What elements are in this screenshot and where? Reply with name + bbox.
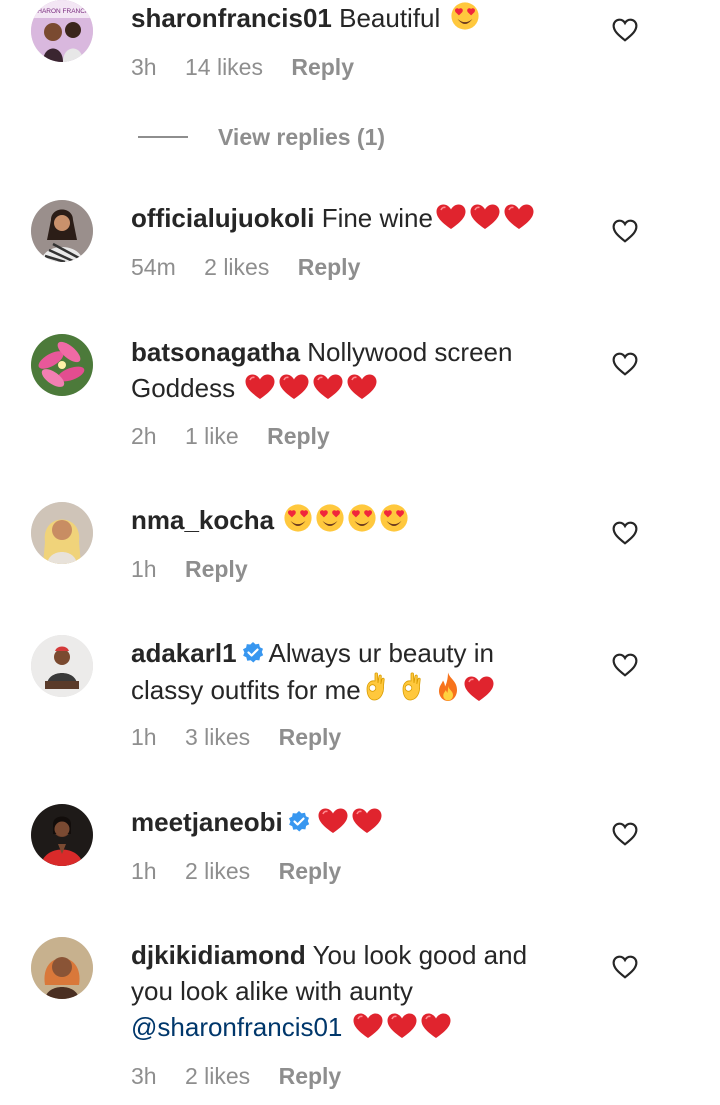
avatar[interactable] bbox=[31, 502, 93, 564]
red-heart-emoji bbox=[312, 373, 344, 401]
red-heart-emoji bbox=[463, 675, 495, 703]
reply-button[interactable]: Reply bbox=[279, 724, 342, 750]
comment-likes[interactable]: 3 likes bbox=[185, 724, 250, 750]
like-heart-icon[interactable] bbox=[612, 955, 638, 979]
red-heart-emoji bbox=[420, 1012, 452, 1040]
avatar[interactable] bbox=[31, 334, 93, 396]
comment-body: officialujuokoli Fine wine bbox=[131, 200, 571, 236]
mention-link[interactable]: @sharonfrancis01 bbox=[131, 1012, 342, 1042]
view-replies-line bbox=[138, 136, 188, 138]
avatar[interactable]: SHARON FRANCIS bbox=[31, 0, 93, 62]
like-heart-icon[interactable] bbox=[612, 352, 638, 376]
like-heart-icon[interactable] bbox=[612, 822, 638, 846]
reply-button[interactable]: Reply bbox=[298, 254, 361, 280]
comment-meta: 1h Reply bbox=[131, 556, 270, 583]
comment-likes[interactable]: 2 likes bbox=[204, 254, 269, 280]
verified-badge-icon bbox=[241, 641, 265, 665]
heart-eyes-emoji bbox=[283, 503, 313, 533]
red-heart-emoji bbox=[386, 1012, 418, 1040]
comment-likes[interactable]: 2 likes bbox=[185, 1063, 250, 1089]
avatar-banner-text: SHARON FRANCIS bbox=[33, 8, 92, 15]
verified-badge-icon bbox=[287, 810, 311, 834]
comment-meta: 3h 2 likes Reply bbox=[131, 1063, 363, 1090]
comment-time: 54m bbox=[131, 254, 176, 280]
comment-likes[interactable]: 14 likes bbox=[185, 54, 263, 80]
comment-meta: 1h 2 likes Reply bbox=[131, 858, 363, 885]
red-heart-emoji bbox=[435, 203, 467, 231]
ok-hand-emoji bbox=[399, 671, 425, 703]
avatar[interactable] bbox=[31, 200, 93, 262]
reply-button[interactable]: Reply bbox=[279, 1063, 342, 1089]
comment-text: Beautiful bbox=[339, 3, 441, 33]
reply-button[interactable]: Reply bbox=[185, 556, 248, 582]
comment-username[interactable]: batsonagatha bbox=[131, 337, 300, 367]
comment-meta: 54m 2 likes Reply bbox=[131, 254, 382, 281]
comment-meta: 1h 3 likes Reply bbox=[131, 724, 363, 751]
comment-username[interactable]: sharonfrancis01 bbox=[131, 3, 332, 33]
like-heart-icon[interactable] bbox=[612, 219, 638, 243]
red-heart-emoji bbox=[244, 373, 276, 401]
heart-eyes-emoji bbox=[315, 503, 345, 533]
red-heart-emoji bbox=[503, 203, 535, 231]
red-heart-emoji bbox=[469, 203, 501, 231]
like-heart-icon[interactable] bbox=[612, 653, 638, 677]
heart-eyes-emoji bbox=[379, 503, 409, 533]
comment-time: 3h bbox=[131, 1063, 157, 1089]
comment-time: 1h bbox=[131, 858, 157, 884]
view-replies-button[interactable]: View replies (1) bbox=[218, 124, 385, 151]
comment-username[interactable]: nma_kocha bbox=[131, 505, 274, 535]
comment-likes[interactable]: 2 likes bbox=[185, 858, 250, 884]
comment-body: meetjaneobi bbox=[131, 804, 571, 840]
reply-button[interactable]: Reply bbox=[291, 54, 354, 80]
heart-eyes-emoji bbox=[450, 1, 480, 31]
comment-text: Fine wine bbox=[321, 203, 433, 233]
red-heart-emoji bbox=[352, 1012, 384, 1040]
ok-hand-emoji bbox=[363, 671, 389, 703]
comment-body: djkikidiamond You look good and you look… bbox=[131, 937, 571, 1045]
comment-time: 1h bbox=[131, 724, 157, 750]
red-heart-emoji bbox=[351, 807, 383, 835]
comment-time: 3h bbox=[131, 54, 157, 80]
avatar[interactable] bbox=[31, 804, 93, 866]
fire-emoji bbox=[435, 671, 461, 703]
comment-likes[interactable]: 1 like bbox=[185, 423, 239, 449]
comment-username[interactable]: adakarl1 bbox=[131, 638, 237, 668]
red-heart-emoji bbox=[278, 373, 310, 401]
comment-username[interactable]: meetjaneobi bbox=[131, 807, 283, 837]
comment-body: nma_kocha bbox=[131, 502, 571, 538]
comment-body: sharonfrancis01 Beautiful bbox=[131, 0, 571, 36]
comment-meta: 3h 14 likes Reply bbox=[131, 54, 376, 81]
comment-body: adakarl1 Always ur beauty in classy outfi… bbox=[131, 635, 571, 708]
avatar[interactable] bbox=[31, 937, 93, 999]
view-replies[interactable]: View replies (1) bbox=[138, 122, 385, 152]
comment-username[interactable]: officialujuokoli bbox=[131, 203, 314, 233]
reply-button[interactable]: Reply bbox=[267, 423, 330, 449]
comment-meta: 2h 1 like Reply bbox=[131, 423, 352, 450]
comment-time: 2h bbox=[131, 423, 157, 449]
comment-username[interactable]: djkikidiamond bbox=[131, 940, 306, 970]
like-heart-icon[interactable] bbox=[612, 18, 638, 42]
avatar[interactable] bbox=[31, 635, 93, 697]
reply-button[interactable]: Reply bbox=[279, 858, 342, 884]
red-heart-emoji bbox=[317, 807, 349, 835]
red-heart-emoji bbox=[346, 373, 378, 401]
heart-eyes-emoji bbox=[347, 503, 377, 533]
like-heart-icon[interactable] bbox=[612, 521, 638, 545]
comment-body: batsonagatha Nollywood screen Goddess bbox=[131, 334, 571, 406]
comment-time: 1h bbox=[131, 556, 157, 582]
